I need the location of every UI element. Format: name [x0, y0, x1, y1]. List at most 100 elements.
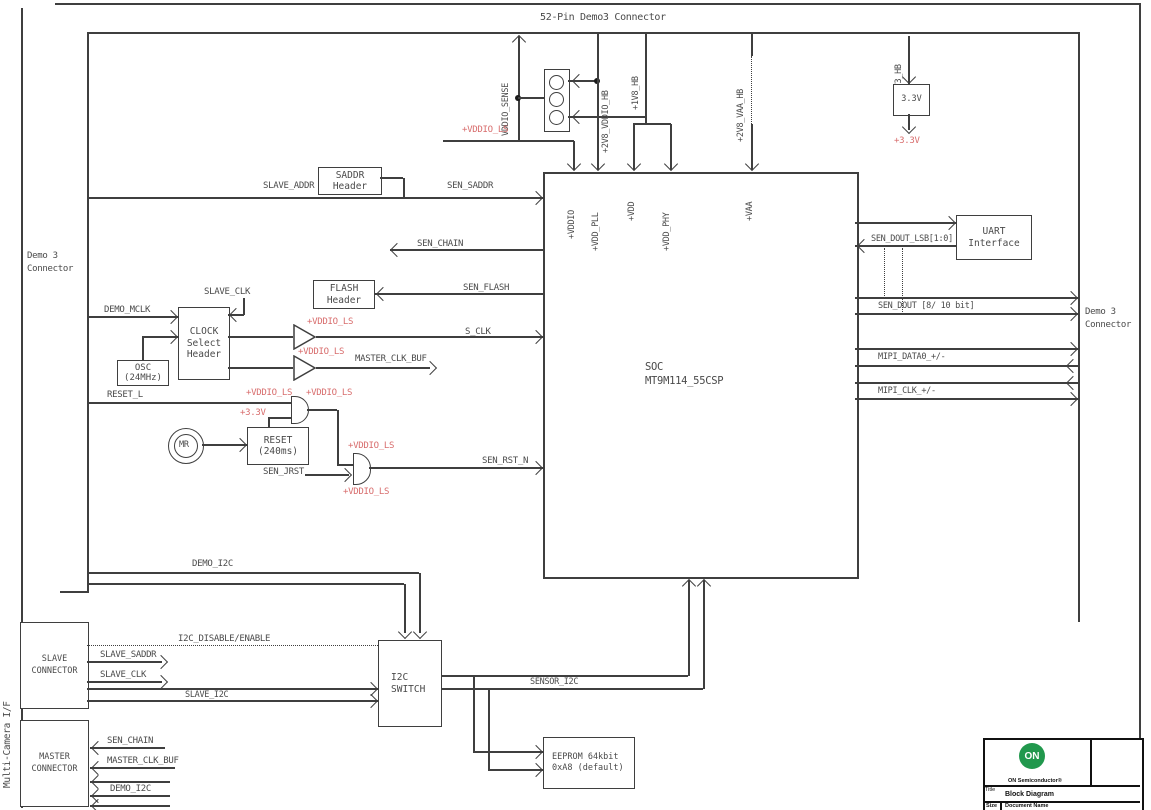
- arrow-sen-rst-n: [529, 461, 543, 475]
- wire-sensor-i2c-1v: [688, 580, 690, 676]
- wire-sen-saddr: [89, 197, 543, 199]
- wire-sen-dout-2: [855, 313, 1078, 315]
- p3v3-reset-label: +3.3V: [240, 408, 266, 419]
- vddio-ls-rail-label: +VDDIO_LS: [462, 125, 508, 136]
- wire-slave-clk-v: [243, 298, 245, 315]
- wire-1v8-hb: [645, 34, 647, 124]
- jumper-pin-2: [549, 92, 564, 107]
- wire-lsb-dotted-1: [884, 248, 885, 298]
- multi-camera-if-label: Multi-Camera I/F: [2, 638, 13, 788]
- vddio-ls-gate1-right: +VDDIO_LS: [306, 388, 352, 399]
- arrow-slave-clk-bottom: [154, 675, 168, 689]
- sen-chain-bottom-label: SEN_CHAIN: [107, 736, 153, 747]
- 2v8-vddio-hb-label: +2V8_VDDIO_HB: [601, 45, 611, 153]
- arrow-demo-i2c-bottom-3: [91, 799, 105, 810]
- wire-slave-saddr: [87, 661, 162, 663]
- master-connector-line2: CONNECTOR: [31, 764, 77, 776]
- i2c-switch-box: I2C SWITCH: [378, 640, 442, 727]
- wire-mipi-clk-1: [855, 382, 1078, 384]
- connector-frame-left-stub: [60, 591, 89, 593]
- arrow-demo-i2c-2: [398, 625, 412, 639]
- sen-dout-label: SEN_DOUT [8/ 10 bit]: [878, 301, 974, 312]
- arrow-sensor-i2c-1: [682, 579, 696, 593]
- slave-addr-label: SLAVE_ADDR: [263, 181, 314, 192]
- title-block-divider-1: [983, 785, 1140, 787]
- jumper-pin-1: [549, 75, 564, 90]
- soc-name-line1: SOC: [645, 361, 663, 373]
- arrow-eeprom-1: [529, 745, 543, 759]
- left-connector-line1: Demo 3: [27, 251, 58, 261]
- arrow-mr-to-reset: [233, 438, 247, 452]
- arrow-vaa-down: [745, 157, 759, 171]
- slave-connector-line1: SLAVE: [42, 654, 68, 666]
- arrow-into-3v3-reg: [902, 70, 916, 84]
- sheet-border-top: [55, 3, 1141, 5]
- arrow-sen-dout-1: [1064, 291, 1078, 305]
- flash-header-line2: Header: [327, 295, 361, 307]
- vddio-ls-buf1-label: +VDDIO_LS: [307, 317, 353, 328]
- sheet-border-right: [1139, 3, 1141, 810]
- i2c-switch-line1: I2C: [391, 672, 408, 684]
- arrow-sen-dout-lsb: [857, 239, 871, 253]
- vddio-ls-gate2-top: +VDDIO_LS: [348, 441, 394, 452]
- i2c-switch-line2: SWITCH: [391, 684, 425, 696]
- demo-mclk-label: DEMO_MCLK: [104, 305, 150, 316]
- reset-line1: RESET: [264, 435, 293, 447]
- clock-select-header-box: CLOCK Select Header: [178, 307, 230, 380]
- wire-gate1-out-h: [307, 409, 337, 411]
- wire-sensor-i2c-2: [442, 688, 703, 690]
- soc-pin-vddio: +VDDIO: [567, 179, 577, 239]
- arrow-osc: [164, 330, 178, 344]
- wire-mipi-data0-1: [855, 348, 1078, 350]
- s-clk-label: S_CLK: [465, 327, 491, 338]
- master-connector-box: MASTER CONNECTOR: [20, 720, 89, 807]
- soc-name: SOC MT9M114_55CSP: [645, 360, 723, 388]
- reset-l-label: RESET_L: [107, 390, 143, 401]
- arrow-jumper-top-pin: [572, 74, 586, 88]
- p3v3-label: +3.3V: [894, 136, 920, 147]
- wire-vddio-ls-rail: [443, 140, 574, 142]
- clock-select-line2: Select: [187, 338, 221, 350]
- arrow-sen-chain: [390, 243, 404, 257]
- arrow-vddio-sense-up: [512, 35, 526, 49]
- soc-name-line2: MT9M114_55CSP: [645, 375, 723, 387]
- wire-reset-l: [89, 402, 291, 404]
- title-label: Title: [985, 787, 995, 793]
- arrow-sensor-i2c-2: [697, 579, 711, 593]
- wire-gate1-out-v: [337, 410, 339, 465]
- arrow-vdd-pll-down: [591, 157, 605, 171]
- jumper-pin-3: [549, 110, 564, 125]
- saddr-header-box: SADDR Header: [318, 167, 382, 195]
- on-semiconductor-logo: ON: [1019, 743, 1045, 769]
- osc-line1: OSC: [135, 363, 151, 373]
- wire-vddio-sense: [518, 36, 520, 142]
- wire-gate2-in1: [337, 464, 353, 466]
- slave-saddr-label: SLAVE_SADDR: [100, 650, 156, 661]
- title-block-divider-size: [1000, 801, 1002, 810]
- clock-select-line1: CLOCK: [190, 326, 219, 338]
- size-label: Size: [986, 803, 997, 809]
- arrow-eeprom-2: [529, 763, 543, 777]
- regulator-3v3-label: 3.3V: [901, 94, 921, 106]
- wire-gate1-in2: [268, 417, 291, 419]
- right-connector-line2: Connector: [1085, 320, 1131, 330]
- brand-name: ON Semiconductor®: [1008, 778, 1062, 784]
- vaa-hb-label: +2V8_VAA_HB: [736, 42, 746, 142]
- reset-gate-2: [353, 453, 371, 485]
- wire-sen-flash: [375, 293, 543, 295]
- wire-slave-i2c-1: [87, 688, 378, 690]
- demo-i2c-mid-label: DEMO_I2C: [192, 559, 233, 570]
- connector-frame-left: [87, 32, 89, 591]
- arrow-vdd-down: [627, 157, 641, 171]
- arrow-sen-flash: [376, 287, 390, 301]
- wire-sen-chain: [390, 249, 543, 251]
- osc-box: OSC (24MHz): [117, 360, 169, 386]
- arrow-vddio-down: [567, 157, 581, 171]
- osc-line2: (24MHz): [124, 373, 162, 383]
- wire-s-clk: [316, 336, 543, 338]
- mr-label: MR: [179, 440, 189, 451]
- wire-mipi-clk-2: [855, 398, 1078, 400]
- arrow-jumper-bottom-pin: [572, 110, 586, 124]
- arrow-demo-i2c-1: [413, 625, 427, 639]
- sen-chain-label: SEN_CHAIN: [417, 239, 463, 250]
